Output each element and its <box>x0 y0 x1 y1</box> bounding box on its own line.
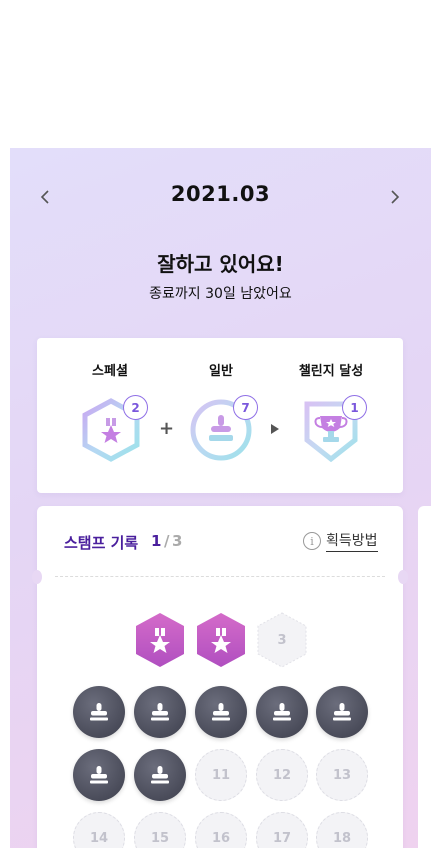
normal-label: 일반 <box>209 364 233 379</box>
normal-stamp-empty: 12 <box>256 749 308 801</box>
stamp-page: 2021.03 잘하고 있어요! 종료까지 30일 남았어요 스페셜 2 + 일… <box>10 148 431 848</box>
record-total-pages: 3 <box>172 532 183 550</box>
stamp-number: 16 <box>211 830 231 846</box>
record-current-page: 1 <box>151 532 162 550</box>
normal-stamp-empty: 11 <box>195 749 247 801</box>
chevron-right-icon <box>391 190 400 204</box>
stamp-icon <box>212 703 230 721</box>
normal-stamp-empty: 18 <box>316 812 368 848</box>
special-stamp-filled <box>136 613 184 667</box>
plus-symbol: + <box>159 418 175 439</box>
stamp-icon <box>90 766 108 784</box>
normal-stamp-empty: 16 <box>195 812 247 848</box>
normal-stamp-filled <box>195 686 247 738</box>
headline: 잘하고 있어요! <box>157 252 284 276</box>
normal-stamp-filled <box>134 749 186 801</box>
month-navigation: 2021.03 <box>10 182 431 212</box>
challenge-summary: 챌린지 달성 <box>286 360 376 379</box>
normal-stamp-empty: 14 <box>73 812 125 848</box>
stamp-icon <box>273 703 291 721</box>
normal-stamp-filled <box>256 686 308 738</box>
record-title: 스탬프 기록 <box>64 534 139 552</box>
normal-summary: 일반 <box>176 360 266 379</box>
challenge-label: 챌린지 달성 <box>298 364 364 379</box>
stamp-summary-card: 스페셜 2 + 일반 7 챌린지 달성 1 <box>37 338 403 493</box>
stamp-number: 15 <box>150 830 170 846</box>
next-record-card-peek[interactable] <box>418 506 431 848</box>
remaining-days-text: 종료까지 30일 남았어요 <box>149 286 292 302</box>
stamp-number: 11 <box>211 767 231 783</box>
stamp-icon <box>90 703 108 721</box>
stamp-icon <box>333 703 351 721</box>
stamp-number: 17 <box>272 830 292 846</box>
normal-stamp-filled <box>134 686 186 738</box>
info-icon: i <box>303 532 321 550</box>
special-count-badge: 2 <box>123 395 148 420</box>
month-title: 2021.03 <box>170 182 271 206</box>
normal-count-badge: 7 <box>233 395 258 420</box>
how-to-earn-label: 획득방법 <box>326 530 378 552</box>
special-label: 스페셜 <box>92 364 128 379</box>
next-month-button[interactable] <box>384 186 406 208</box>
record-page-separator: / <box>164 532 170 550</box>
normal-stamp-filled <box>316 686 368 738</box>
normal-stamp-empty: 13 <box>316 749 368 801</box>
normal-stamp-empty: 15 <box>134 812 186 848</box>
play-arrow-icon <box>271 424 279 434</box>
stamp-number: 13 <box>332 767 352 783</box>
special-summary: 스페셜 <box>65 360 155 379</box>
normal-stamp-filled <box>73 686 125 738</box>
special-stamp-filled <box>197 613 245 667</box>
stamp-number: 18 <box>332 830 352 846</box>
stamp-record-card: 스탬프 기록 1 / 3 i 획득방법 3 11 12 13 14 15 16 17 18 <box>32 506 408 848</box>
how-to-earn-link[interactable]: i 획득방법 <box>303 530 378 552</box>
dashed-divider <box>55 576 385 577</box>
ticket-notch-left <box>32 570 42 584</box>
stamp-icon <box>151 766 169 784</box>
challenge-count-badge: 1 <box>342 395 367 420</box>
stamp-number: 14 <box>89 830 109 846</box>
stamp-icon <box>151 703 169 721</box>
stamp-number: 12 <box>272 767 292 783</box>
normal-stamp-empty: 17 <box>256 812 308 848</box>
normal-stamp-filled <box>73 749 125 801</box>
special-stamp-number: 3 <box>277 632 287 648</box>
special-stamp-slot: 3 <box>257 612 307 668</box>
ticket-notch-right <box>398 570 408 584</box>
